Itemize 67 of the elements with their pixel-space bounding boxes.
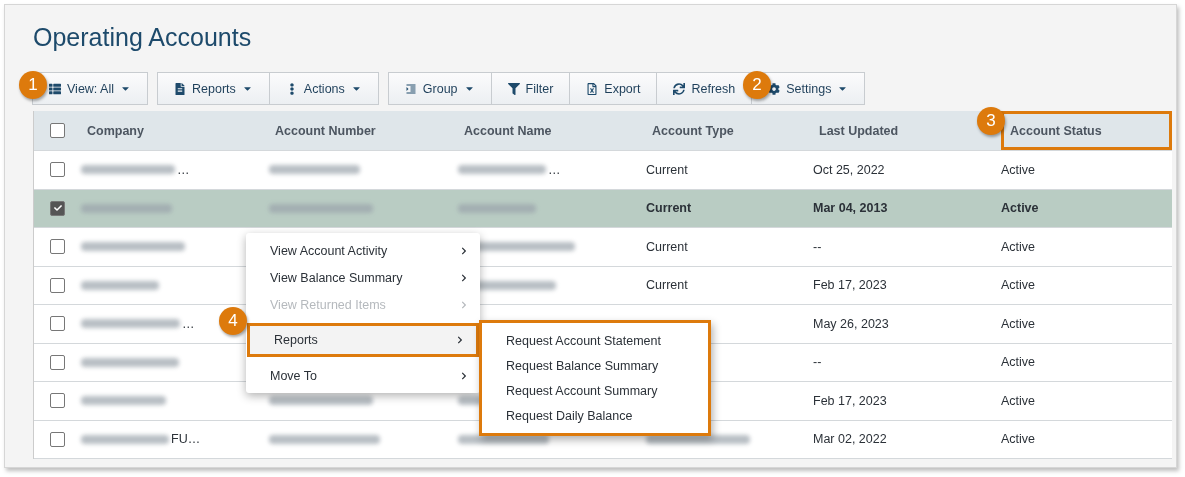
table-cell-text: --	[813, 239, 823, 254]
toolbar-button[interactable]: Refresh	[656, 72, 753, 105]
checkbox[interactable]	[50, 354, 65, 370]
checkbox[interactable]	[50, 393, 65, 409]
checkbox[interactable]	[50, 123, 65, 138]
checkbox[interactable]	[50, 431, 65, 447]
table-cell-text: Active	[1001, 355, 1037, 370]
refresh-icon	[673, 82, 686, 95]
table-cell-text: Mar 02, 2022	[813, 432, 888, 447]
chevron-icon	[460, 300, 468, 309]
table-cell-text: Mar 04, 2013	[813, 201, 889, 216]
callout-badge: 1	[19, 71, 47, 99]
chevron-icon	[456, 336, 464, 344]
menu-item[interactable]: Move To	[246, 362, 480, 389]
table-cell-text: Active	[1001, 162, 1037, 177]
spreadsheet-file-icon	[586, 82, 599, 95]
table-cell-text: Active	[1001, 239, 1037, 254]
table-cell-text: Oct 25, 2022	[813, 162, 886, 177]
table-cell-text: Current	[646, 201, 693, 216]
toolbar-button[interactable]: Export	[569, 72, 658, 105]
table-cell-text: Active	[1001, 316, 1037, 331]
column-header[interactable]: Account Type	[652, 123, 734, 138]
table-cell: …	[548, 162, 561, 177]
chevron-icon	[460, 371, 468, 380]
column-header[interactable]: Account Number	[275, 123, 376, 138]
table-cell: FU…	[171, 432, 201, 447]
column-header[interactable]: Company	[87, 123, 144, 138]
document-icon	[174, 82, 186, 95]
toolbar-button[interactable]: Filter	[490, 72, 571, 105]
menu-item[interactable]: Request Account Statement	[482, 328, 708, 353]
chevron-icon	[460, 273, 468, 282]
checkbox[interactable]	[50, 316, 65, 332]
table-cell-text: Active	[1001, 393, 1037, 408]
menu-item[interactable]: View Account Activity	[246, 237, 480, 264]
table-row[interactable]: Current Mar 04, 2013 Active	[34, 189, 1172, 228]
list-icon	[49, 82, 61, 95]
toolbar-button[interactable]: Actions	[268, 72, 379, 105]
callout-badge: 3	[977, 107, 1005, 135]
checkbox[interactable]	[50, 200, 65, 216]
menu-item[interactable]: Request Account Summary	[482, 378, 708, 403]
table-cell-text: Active	[1001, 278, 1037, 293]
checkbox[interactable]	[50, 162, 65, 178]
checkbox[interactable]	[50, 277, 65, 293]
page-title: Operating Accounts	[33, 23, 253, 52]
indent-icon	[404, 82, 417, 95]
table-cell-text: Current	[646, 278, 689, 293]
menu-item[interactable]: Request Balance Summary	[482, 353, 708, 378]
table-cell: …	[182, 316, 195, 331]
table-cell-text: Feb 17, 2023	[813, 278, 888, 293]
column-header[interactable]: Account Name	[464, 123, 552, 138]
table-cell-text: Current	[646, 162, 689, 177]
table-cell-text: Current	[646, 239, 689, 254]
check-icon	[53, 204, 62, 213]
table-cell-text: May 26, 2023	[813, 316, 890, 331]
toolbar-button[interactable]: Group	[387, 72, 492, 105]
toolbar-button[interactable]: Reports	[157, 72, 270, 105]
menu-item[interactable]: View Balance Summary	[246, 264, 480, 291]
menu-item[interactable]: Reports	[247, 323, 479, 357]
table-cell-text: Feb 17, 2023	[813, 393, 888, 408]
chevron-icon	[460, 246, 468, 255]
column-header[interactable]: Last Updated	[819, 123, 899, 138]
table-cell-text: Active	[1001, 432, 1037, 447]
filter-icon	[507, 82, 520, 95]
checkbox[interactable]	[50, 239, 65, 255]
table-cell: …	[177, 162, 190, 177]
table-cell-text: Active	[1001, 201, 1040, 216]
table-cell-text: --	[813, 355, 823, 370]
